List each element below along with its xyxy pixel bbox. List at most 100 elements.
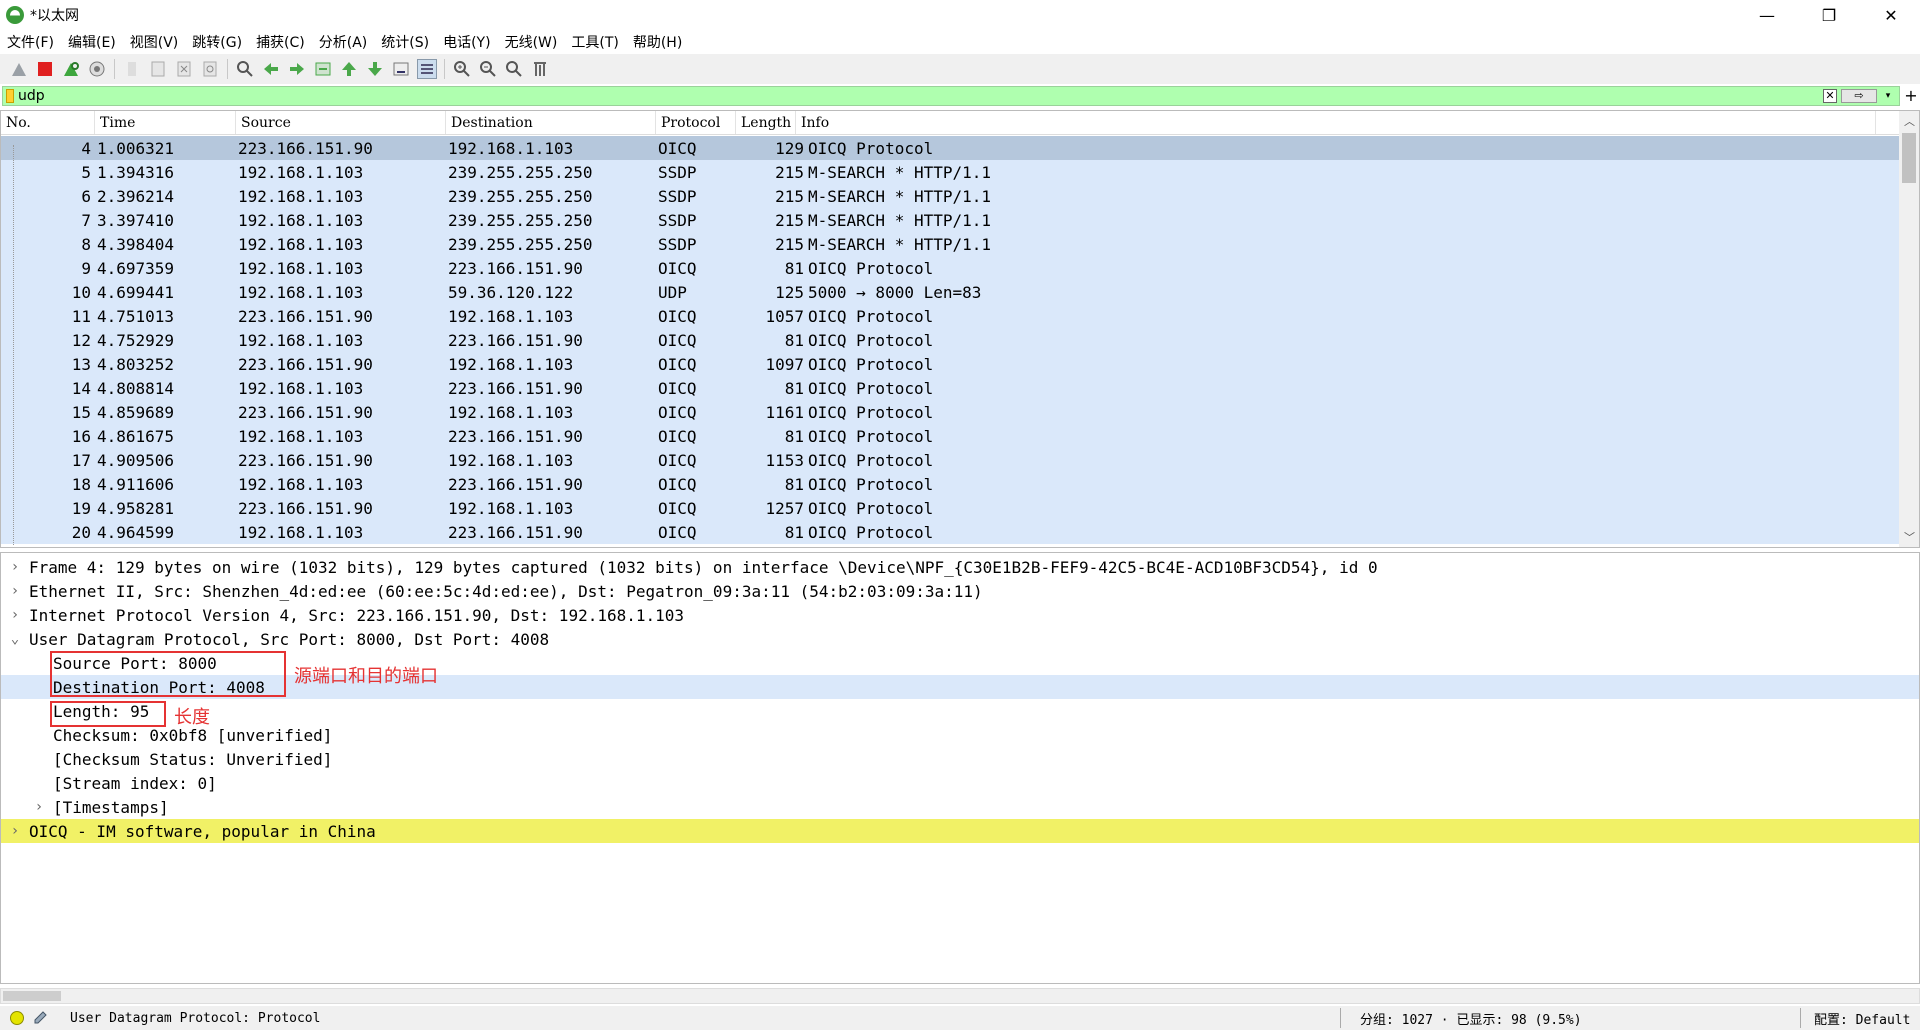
- autoscroll-icon[interactable]: [391, 59, 411, 79]
- packet-row[interactable]: 16 4.861675 192.168.1.103 223.166.151.90 OIC…: [1, 424, 1900, 448]
- main-toolbar: [0, 54, 1920, 84]
- col-time[interactable]: Time: [95, 111, 236, 134]
- packet-row[interactable]: 10 4.699441 192.168.1.103 59.36.120.122 UDP 1…: [1, 280, 1900, 304]
- menu-file[interactable]: 文件(F): [0, 32, 61, 52]
- packet-row[interactable]: 19 4.958281 223.166.151.90 192.168.1.103 OIC…: [1, 496, 1900, 520]
- go-first-icon[interactable]: [339, 59, 359, 79]
- packet-row[interactable]: 17 4.909506 223.166.151.90 192.168.1.103 OIC…: [1, 448, 1900, 472]
- menu-wireless[interactable]: 无线(W): [498, 32, 565, 52]
- packet-row[interactable]: 20 4.964599 192.168.1.103 223.166.151.90 OIC…: [1, 520, 1900, 544]
- col-info[interactable]: Info: [796, 111, 1876, 134]
- col-no[interactable]: No.: [1, 111, 95, 134]
- packet-row[interactable]: 14 4.808814 192.168.1.103 223.166.151.90 OIC…: [1, 376, 1900, 400]
- menu-go[interactable]: 跳转(G): [185, 32, 249, 52]
- clear-filter-button[interactable]: ✕: [1823, 89, 1837, 103]
- capture-options-icon[interactable]: [87, 59, 107, 79]
- packet-row[interactable]: 7 3.397410 192.168.1.103 239.255.255.250 SSD…: [1, 208, 1900, 232]
- capture-comment-icon[interactable]: [32, 1010, 48, 1026]
- apply-filter-button[interactable]: ⇨: [1841, 89, 1877, 103]
- zoom-out-icon[interactable]: [478, 59, 498, 79]
- detail-line[interactable]: Checksum: 0x0bf8 [unverified]: [1, 723, 1919, 747]
- reload-file-icon[interactable]: [200, 59, 220, 79]
- col-source[interactable]: Source: [236, 111, 446, 134]
- go-back-icon[interactable]: [261, 59, 281, 79]
- detail-line[interactable]: › Frame 4: 129 bytes on wire (1032 bits),…: [1, 555, 1919, 579]
- packet-row[interactable]: 5 1.394316 192.168.1.103 239.255.255.250 SSD…: [1, 160, 1900, 184]
- expand-icon[interactable]: ›: [1, 583, 29, 599]
- filter-dropdown-icon[interactable]: ▾: [1881, 89, 1895, 103]
- packet-dst: 192.168.1.103: [448, 138, 574, 158]
- packet-row[interactable]: 8 4.398404 192.168.1.103 239.255.255.250 SSD…: [1, 232, 1900, 256]
- expand-icon[interactable]: ›: [25, 799, 53, 815]
- menu-help[interactable]: 帮助(H): [626, 32, 689, 52]
- start-capture-icon[interactable]: [9, 59, 29, 79]
- packet-row[interactable]: 13 4.803252 223.166.151.90 192.168.1.103 OIC…: [1, 352, 1900, 376]
- packet-row[interactable]: 4 1.006321 223.166.151.90 192.168.1.103 OICQ…: [1, 136, 1900, 160]
- zoom-in-icon[interactable]: [452, 59, 472, 79]
- restart-capture-icon[interactable]: [61, 59, 81, 79]
- packet-time: 4.752929: [97, 330, 175, 350]
- save-file-icon[interactable]: [148, 59, 168, 79]
- packet-row[interactable]: 6 2.396214 192.168.1.103 239.255.255.250 SSD…: [1, 184, 1900, 208]
- detail-line[interactable]: › [Timestamps]: [1, 795, 1919, 819]
- packet-dst: 223.166.151.90: [448, 522, 583, 542]
- expert-info-icon[interactable]: [10, 1011, 24, 1025]
- packet-len: 125: [775, 282, 804, 302]
- open-file-icon[interactable]: [122, 59, 142, 79]
- menu-telephony[interactable]: 电话(Y): [436, 32, 497, 52]
- menu-capture[interactable]: 捕获(C): [249, 32, 312, 52]
- horizontal-scrollbar[interactable]: [0, 988, 1920, 1004]
- detail-line[interactable]: ⌄ User Datagram Protocol, Src Port: 8000,…: [1, 627, 1919, 651]
- bookmark-icon[interactable]: [6, 89, 14, 103]
- packet-list-header: No. Time Source Destination Protocol Len…: [1, 111, 1900, 135]
- close-button[interactable]: ✕: [1862, 0, 1920, 30]
- stop-capture-icon[interactable]: [35, 59, 55, 79]
- restore-button[interactable]: ❐: [1800, 0, 1858, 30]
- detail-line[interactable]: Destination Port: 4008: [1, 675, 1919, 699]
- colorize-icon[interactable]: [417, 59, 437, 79]
- col-protocol[interactable]: Protocol: [656, 111, 736, 134]
- detail-line[interactable]: [Checksum Status: Unverified]: [1, 747, 1919, 771]
- packet-src: 192.168.1.103: [238, 522, 364, 542]
- expand-icon[interactable]: ›: [1, 823, 29, 839]
- go-last-icon[interactable]: [365, 59, 385, 79]
- add-filter-button[interactable]: +: [1904, 86, 1918, 106]
- expand-icon[interactable]: ›: [1, 559, 29, 575]
- scroll-thumb[interactable]: [1902, 133, 1916, 183]
- packet-row[interactable]: 9 4.697359 192.168.1.103 223.166.151.90 OICQ…: [1, 256, 1900, 280]
- menu-view[interactable]: 视图(V): [123, 32, 186, 52]
- status-message: User Datagram Protocol: Protocol: [70, 1010, 321, 1026]
- packet-row[interactable]: 12 4.752929 192.168.1.103 223.166.151.90 OIC…: [1, 328, 1900, 352]
- packet-info: OICQ Protocol: [808, 498, 934, 518]
- detail-line[interactable]: › Internet Protocol Version 4, Src: 223.1…: [1, 603, 1919, 627]
- packet-no: 14: [71, 378, 91, 398]
- packet-list-scrollbar[interactable]: ︿ ﹀: [1899, 111, 1919, 547]
- detail-line[interactable]: › Ethernet II, Src: Shenzhen_4d:ed:ee (60…: [1, 579, 1919, 603]
- minimize-button[interactable]: —: [1738, 0, 1796, 30]
- go-to-packet-icon[interactable]: [313, 59, 333, 79]
- packet-row[interactable]: 18 4.911606 192.168.1.103 223.166.151.90 OIC…: [1, 472, 1900, 496]
- profile-label[interactable]: 配置: Default: [1814, 1009, 1910, 1028]
- go-forward-icon[interactable]: [287, 59, 307, 79]
- filter-input[interactable]: [18, 88, 1818, 104]
- expand-icon[interactable]: ⌄: [1, 631, 29, 647]
- close-file-icon[interactable]: [174, 59, 194, 79]
- hscroll-thumb[interactable]: [3, 991, 61, 1001]
- col-destination[interactable]: Destination: [446, 111, 656, 134]
- packet-info: OICQ Protocol: [808, 330, 934, 350]
- menu-analyze[interactable]: 分析(A): [312, 32, 375, 52]
- detail-line[interactable]: Source Port: 8000: [1, 651, 1919, 675]
- packet-row[interactable]: 15 4.859689 223.166.151.90 192.168.1.103 OIC…: [1, 400, 1900, 424]
- menu-statistics[interactable]: 统计(S): [374, 32, 436, 52]
- menu-edit[interactable]: 编辑(E): [61, 32, 123, 52]
- menu-tools[interactable]: 工具(T): [564, 32, 625, 52]
- detail-line[interactable]: [Stream index: 0]: [1, 771, 1919, 795]
- resize-columns-icon[interactable]: [530, 59, 550, 79]
- find-packet-icon[interactable]: [235, 59, 255, 79]
- detail-line[interactable]: Length: 95: [1, 699, 1919, 723]
- zoom-normal-icon[interactable]: [504, 59, 524, 79]
- col-length[interactable]: Length: [736, 111, 796, 134]
- expand-icon[interactable]: ›: [1, 607, 29, 623]
- packet-row[interactable]: 11 4.751013 223.166.151.90 192.168.1.103 OIC…: [1, 304, 1900, 328]
- detail-line[interactable]: › OICQ - IM software, popular in China: [1, 819, 1919, 843]
